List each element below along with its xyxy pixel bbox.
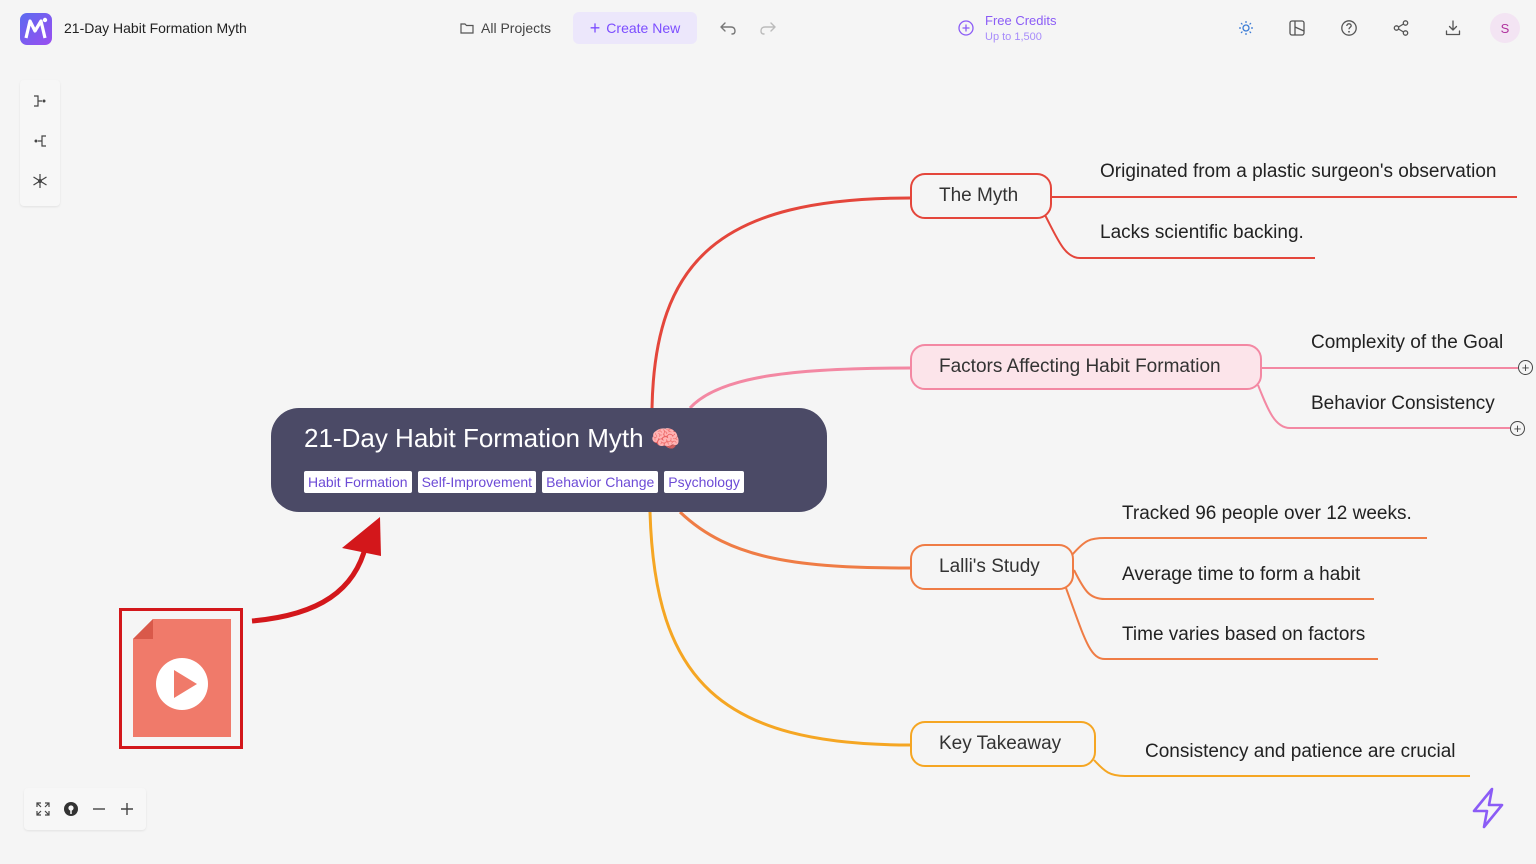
app-logo[interactable] [20,13,52,45]
create-new-label: Create New [606,20,681,36]
create-new-button[interactable]: + Create New [573,12,697,44]
branch-key-takeaway[interactable]: Key Takeaway [910,721,1096,767]
branch-label: Factors Affecting Habit Formation [939,356,1221,377]
branch-the-myth[interactable]: The Myth [910,173,1052,219]
video-file-icon[interactable] [122,611,240,746]
layout-radial-icon[interactable] [29,170,51,192]
tag-habit-formation[interactable]: Habit Formation [304,471,412,493]
leaf-lallis-average[interactable]: Average time to form a habit [1122,564,1360,586]
branch-label: The Myth [939,185,1019,206]
layout-tools-panel [20,80,60,206]
tag-behavior-change[interactable]: Behavior Change [542,471,659,493]
branch-lallis-study[interactable]: Lalli's Study [910,544,1074,590]
fit-screen-icon[interactable] [32,798,54,820]
branch-factors[interactable]: Factors Affecting Habit Formation [910,344,1262,390]
expand-node-icon[interactable]: + [1518,360,1533,375]
zoom-out-icon[interactable] [88,798,110,820]
layout-left-icon[interactable] [29,130,51,152]
root-title-text: 21-Day Habit Formation Myth [304,423,644,453]
theme-sun-icon[interactable] [1235,17,1257,39]
all-projects-label: All Projects [481,20,552,36]
root-title: 21-Day Habit Formation Myth 🧠 [304,423,681,454]
leaf-myth-origin[interactable]: Originated from a plastic surgeon's obse… [1100,161,1497,183]
annotation-arrow [251,544,369,624]
connector-lallis-leaf-1 [1071,537,1427,556]
layout-panel-icon[interactable] [1286,17,1308,39]
document-title[interactable]: 21-Day Habit Formation Myth [64,20,247,36]
expand-node-icon[interactable]: + [1510,421,1525,436]
top-bar: 21-Day Habit Formation Myth All Projects… [0,0,1536,58]
branch-label: Key Takeaway [939,733,1062,754]
plus-icon: + [589,18,601,38]
free-credits-title[interactable]: Free Credits [985,13,1057,28]
leaf-myth-backing[interactable]: Lacks scientific backing. [1100,222,1304,244]
connector-lallis-study [678,510,911,570]
root-node[interactable]: 21-Day Habit Formation Myth 🧠 Habit Form… [271,408,827,512]
leaf-lallis-varies[interactable]: Time varies based on factors [1122,624,1365,646]
help-icon[interactable] [1338,17,1360,39]
connector-the-myth [650,196,911,409]
annotation-arrowhead [342,517,381,556]
tag-psychology[interactable]: Psychology [664,471,744,493]
user-avatar[interactable]: S [1490,13,1520,43]
tag-self-improvement[interactable]: Self-Improvement [417,471,537,493]
connector-factors [688,366,911,410]
root-tags: Habit Formation Self-Improvement Behavio… [304,471,744,493]
undo-icon[interactable] [717,17,739,39]
leaf-takeaway-consistency[interactable]: Consistency and patience are crucial [1145,741,1456,763]
ai-lightning-icon[interactable] [1468,786,1508,830]
layout-right-icon[interactable] [29,90,51,112]
folder-icon [460,23,474,34]
branch-label: Lalli's Study [939,556,1040,577]
redo-icon[interactable] [757,17,779,39]
leaf-factors-complexity[interactable]: Complexity of the Goal [1311,332,1503,354]
download-icon[interactable] [1442,17,1464,39]
connector-key-takeaway [648,511,911,747]
zoom-in-icon[interactable] [116,798,138,820]
locate-icon[interactable] [60,798,82,820]
logo-mark-icon [24,17,48,39]
all-projects-button[interactable]: All Projects [460,20,551,36]
annotation-highlight-box [119,608,243,749]
share-icon[interactable] [1390,17,1412,39]
leaf-lallis-tracked[interactable]: Tracked 96 people over 12 weeks. [1122,503,1412,525]
zoom-controls [24,788,146,830]
leaf-factors-consistency[interactable]: Behavior Consistency [1311,393,1495,415]
brain-icon: 🧠 [650,426,681,453]
free-credits-subtitle: Up to 1,500 [985,31,1042,43]
credits-plus-circle-icon[interactable] [955,17,977,39]
